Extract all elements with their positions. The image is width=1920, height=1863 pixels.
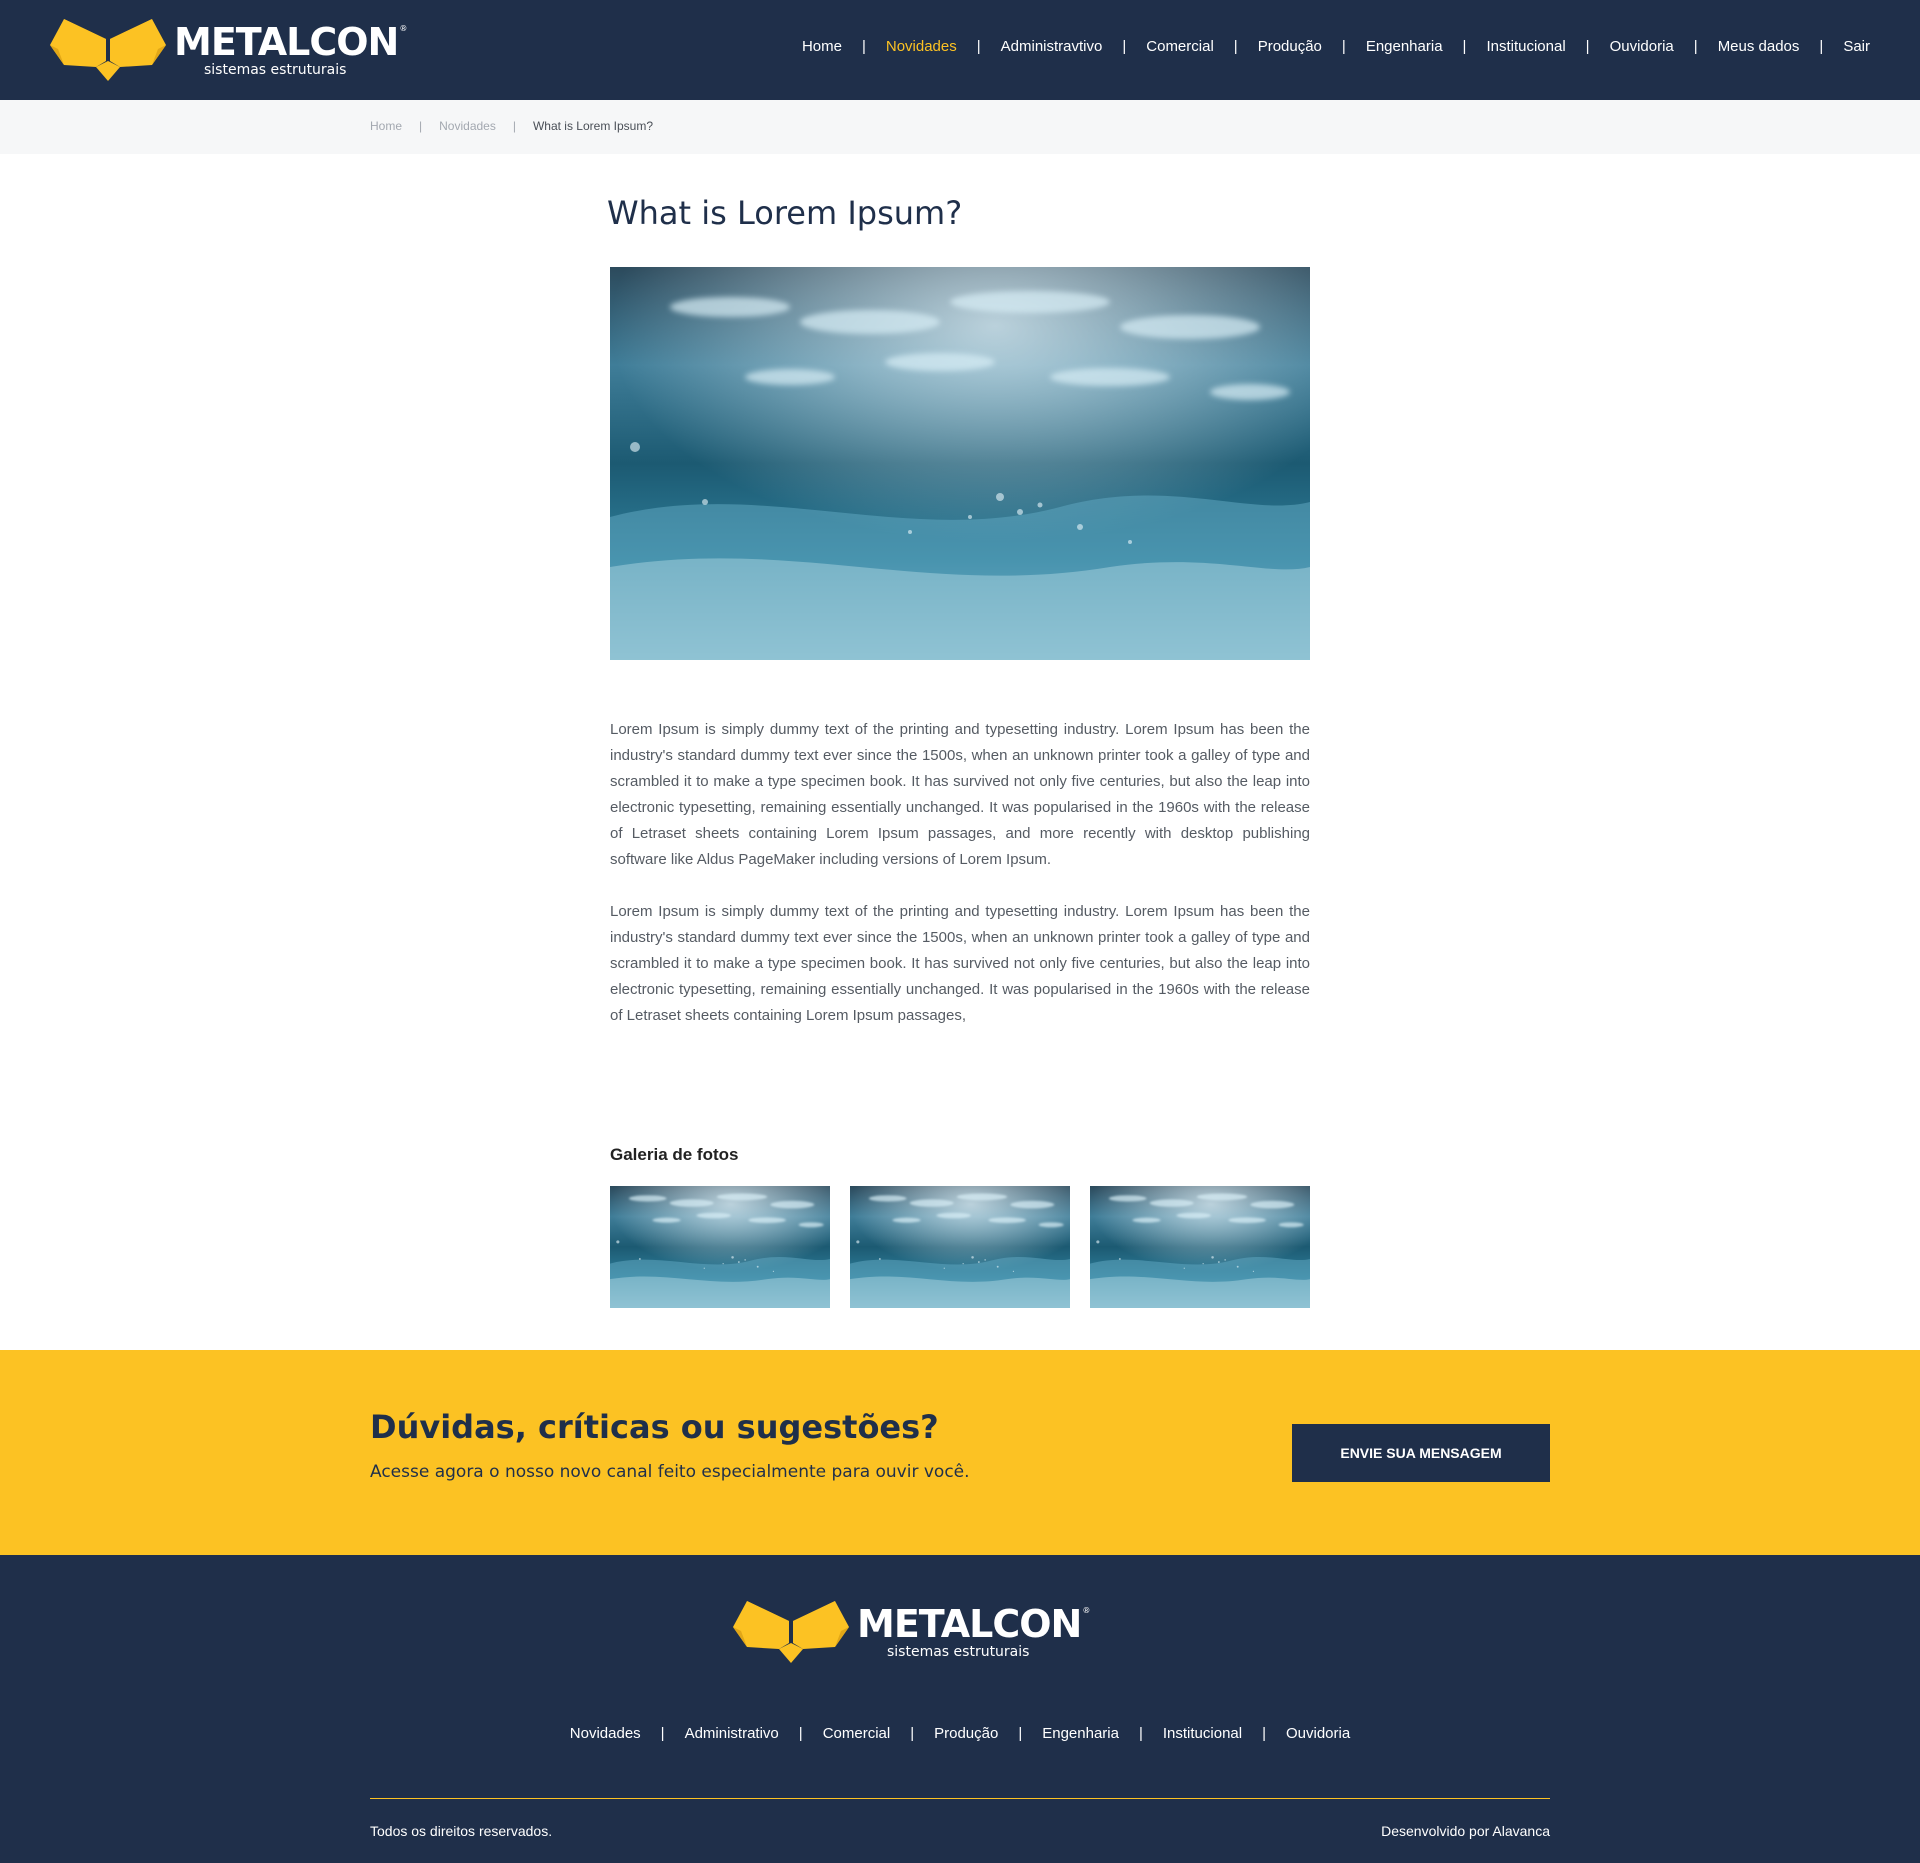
footer-nav-separator: |	[1018, 1725, 1023, 1742]
nav-item-engenharia[interactable]: Engenharia	[1366, 38, 1443, 55]
nav-separator: |	[1122, 38, 1127, 55]
article-paragraph: Lorem Ipsum is simply dummy text of the …	[610, 903, 1310, 1024]
gallery-thumbnail[interactable]	[610, 1186, 830, 1308]
page-title: What is Lorem Ipsum?	[607, 194, 963, 232]
nav-separator: |	[1585, 38, 1590, 55]
gallery-thumbnail[interactable]	[850, 1186, 1070, 1308]
main-nav: Home | Novidades | Administravtivo | Comercial…	[802, 38, 1870, 55]
article-paragraph: Lorem Ipsum is simply dummy text of the …	[610, 721, 1310, 868]
nav-item-institucional[interactable]: Institucional	[1486, 38, 1565, 55]
nav-item-sair[interactable]: Sair	[1843, 38, 1870, 55]
footer-nav-separator: |	[1138, 1725, 1143, 1742]
article-body: Lorem Ipsum is simply dummy text of the …	[610, 717, 1310, 1055]
footer-nav-separator: |	[910, 1725, 915, 1742]
brand-tagline: sistemas estruturais	[204, 62, 347, 78]
footer-nav-item-comercial[interactable]: Comercial	[823, 1725, 891, 1742]
cta-subtitle: Acesse agora o nosso novo canal feito es…	[370, 1462, 970, 1482]
nav-separator: |	[1341, 38, 1346, 55]
nav-item-comercial[interactable]: Comercial	[1146, 38, 1214, 55]
footer-nav-separator: |	[660, 1725, 665, 1742]
metalcon-m-logo-icon	[733, 1601, 849, 1663]
metalcon-m-logo-icon	[50, 19, 166, 81]
developer-credit-link[interactable]: Desenvolvido por Alavanca	[1381, 1823, 1550, 1839]
footer-nav-separator: |	[798, 1725, 803, 1742]
copyright-text: Todos os direitos reservados.	[370, 1823, 553, 1839]
nav-item-ouvidoria[interactable]: Ouvidoria	[1610, 38, 1674, 55]
nav-separator: |	[976, 38, 981, 55]
header-logo[interactable]: METALCON ® sistemas estruturais	[50, 19, 407, 81]
send-message-button[interactable]: ENVIE SUA MENSAGEM	[1292, 1424, 1550, 1482]
nav-separator: |	[1233, 38, 1238, 55]
breadcrumb-separator: |	[512, 119, 516, 133]
gallery-title: Galeria de fotos	[610, 1145, 739, 1164]
cta-title: Dúvidas, críticas ou sugestões?	[370, 1408, 939, 1446]
footer-nav-item-engenharia[interactable]: Engenharia	[1042, 1725, 1119, 1742]
nav-separator: |	[1693, 38, 1698, 55]
footer-nav-separator: |	[1262, 1725, 1266, 1742]
footer-nav-item-institucional[interactable]: Institucional	[1163, 1725, 1242, 1742]
footer-divider	[370, 1798, 1550, 1799]
breadcrumb-separator: |	[419, 119, 423, 133]
nav-item-administravtivo[interactable]: Administravtivo	[1001, 38, 1103, 55]
footer-brand-name: METALCON ®	[857, 1602, 1090, 1646]
breadcrumb-link-novidades[interactable]: Novidades	[439, 119, 496, 133]
footer-logo[interactable]: METALCON ® sistemas estruturais	[733, 1601, 1090, 1663]
nav-item-producao[interactable]: Produção	[1258, 38, 1322, 55]
brand-name: METALCON ®	[174, 20, 407, 64]
feedback-cta: Dúvidas, críticas ou sugestões? Acesse a…	[0, 1350, 1920, 1555]
footer-nav: Novidades | Administrativo | Comercial | Produ…	[0, 1725, 1920, 1742]
breadcrumb-current: What is Lorem Ipsum?	[532, 119, 654, 133]
photo-gallery	[610, 1186, 1310, 1308]
breadcrumb: Home | Novidades | What is Lorem Ipsum?	[370, 119, 653, 133]
footer-nav-item-administrativo[interactable]: Administrativo	[685, 1725, 779, 1742]
nav-item-novidades[interactable]: Novidades	[886, 38, 957, 55]
footer-nav-item-ouvidoria[interactable]: Ouvidoria	[1286, 1725, 1350, 1742]
footer-brand-tagline: sistemas estruturais	[887, 1644, 1030, 1660]
article-hero-image	[610, 267, 1310, 660]
gallery-thumbnail[interactable]	[1090, 1186, 1310, 1308]
site-header: METALCON ® sistemas estruturais Home | Novi…	[0, 0, 1920, 100]
site-footer: METALCON ® sistemas estruturais Novidades…	[0, 1555, 1920, 1863]
nav-item-home[interactable]: Home	[802, 38, 842, 55]
nav-item-meus-dados[interactable]: Meus dados	[1718, 38, 1800, 55]
breadcrumb-bar: Home | Novidades | What is Lorem Ipsum?	[0, 100, 1920, 154]
breadcrumb-link-home[interactable]: Home	[370, 119, 402, 133]
nav-separator: |	[861, 38, 866, 55]
footer-nav-item-novidades[interactable]: Novidades	[570, 1725, 641, 1742]
footer-nav-item-producao[interactable]: Produção	[934, 1725, 998, 1742]
nav-separator: |	[1819, 38, 1824, 55]
nav-separator: |	[1462, 38, 1467, 55]
